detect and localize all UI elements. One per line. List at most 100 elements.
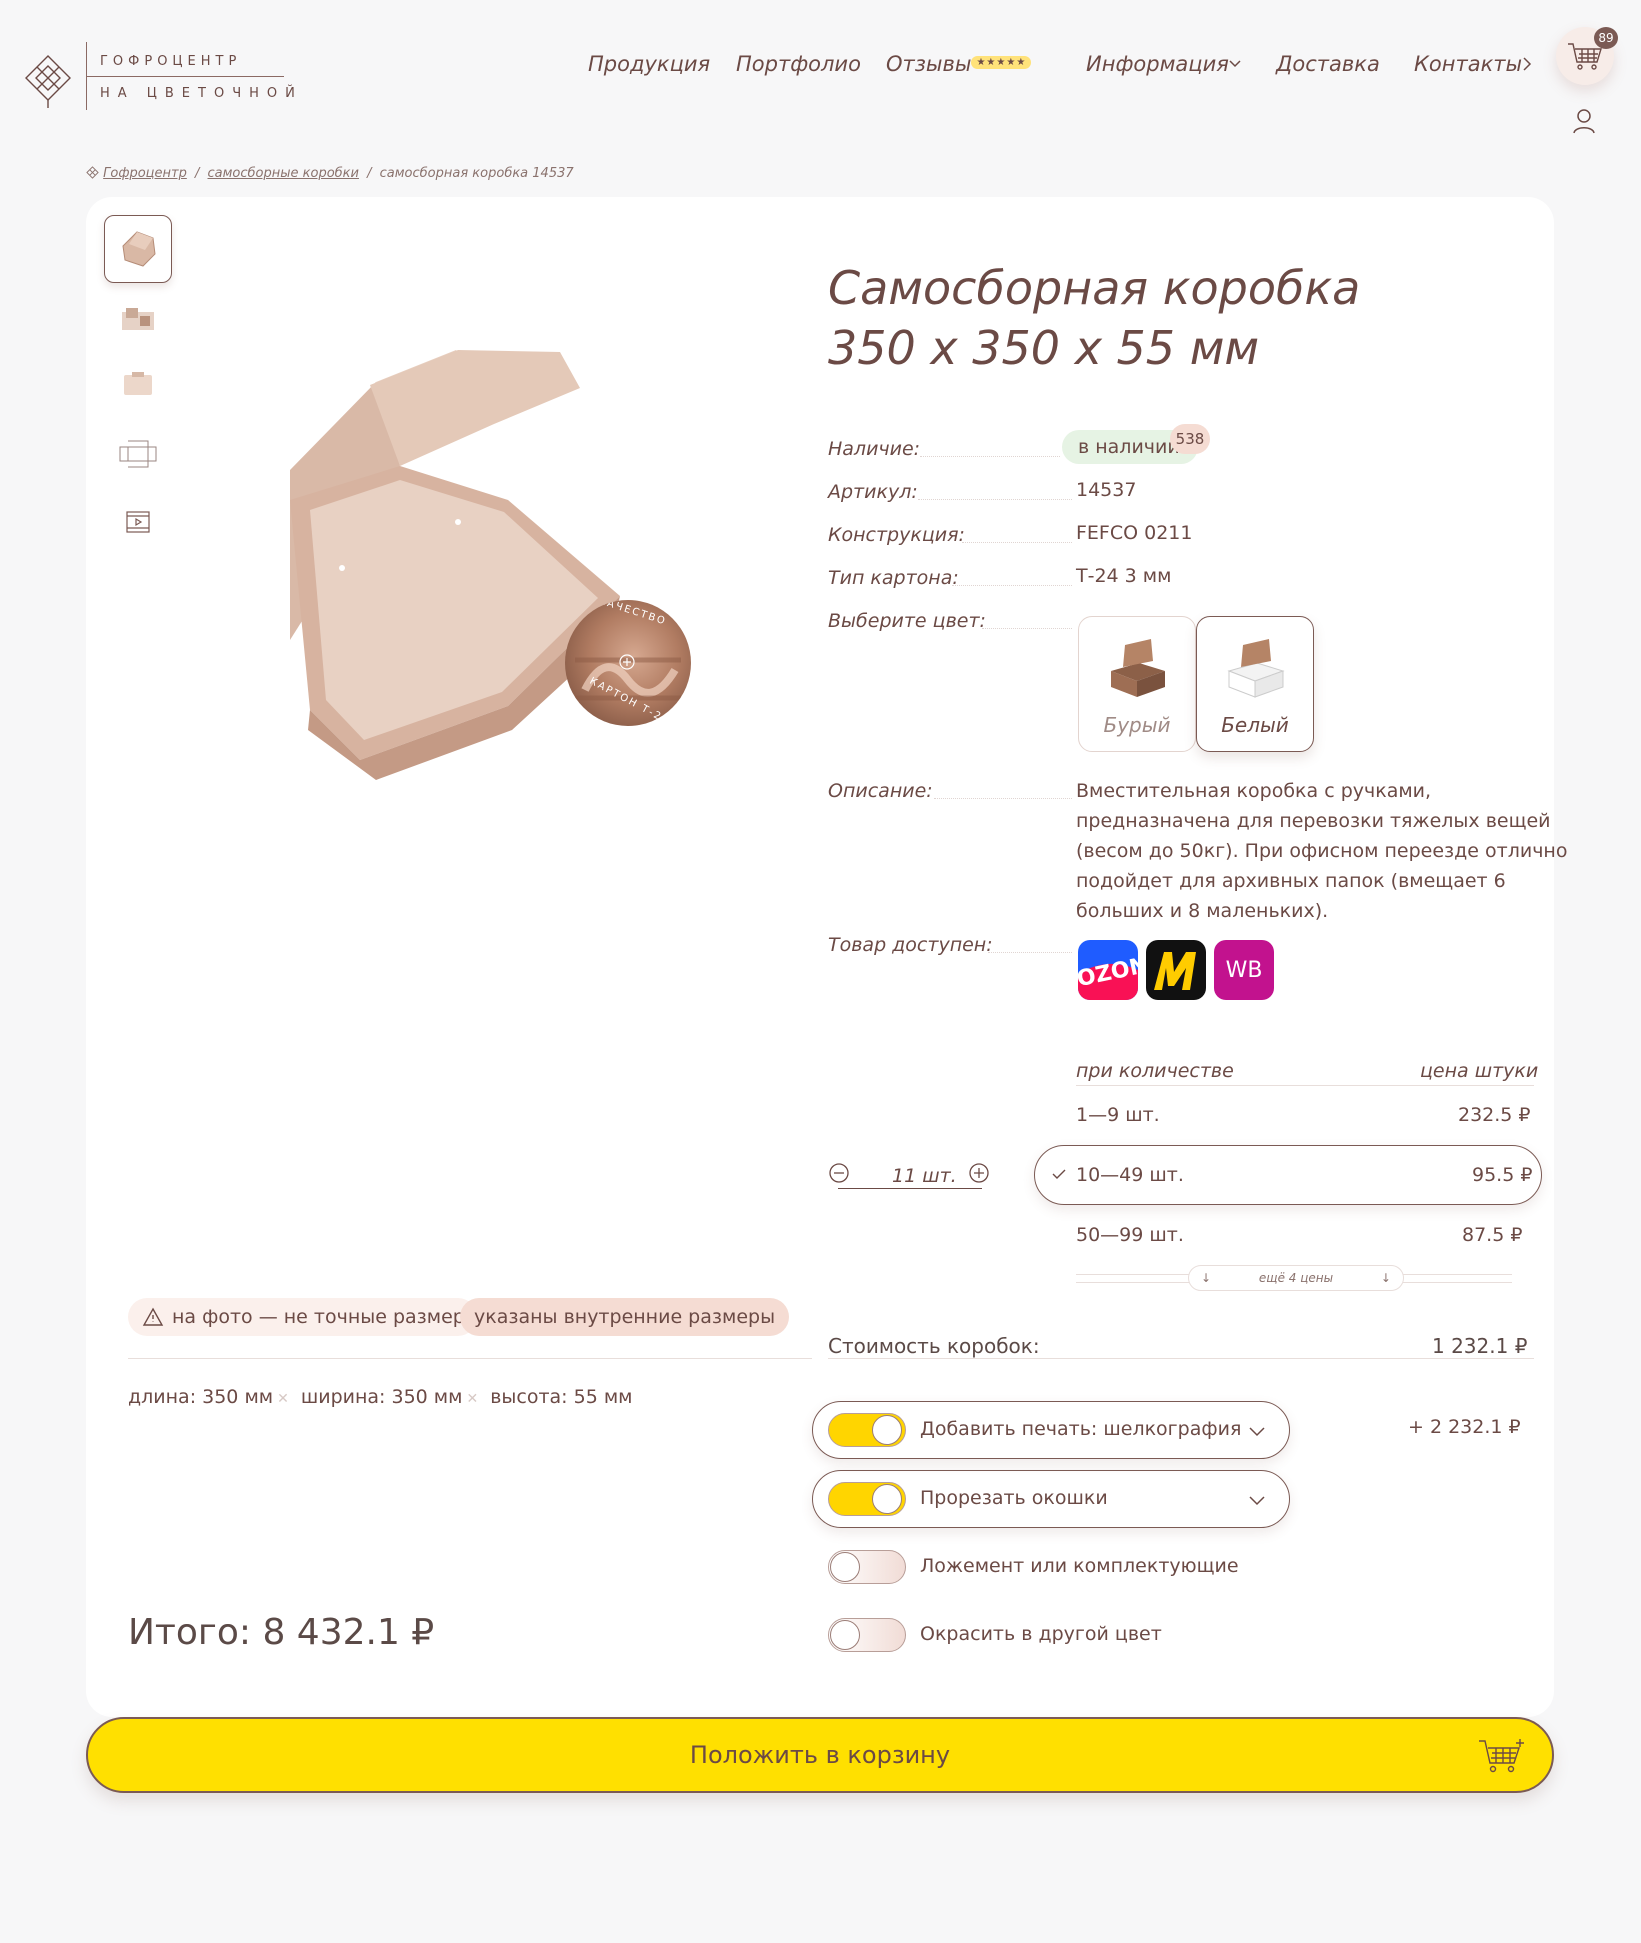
price-row-price[interactable]: 87.5 ₽ (1462, 1224, 1522, 1246)
ozon-link[interactable]: OZON (1078, 940, 1138, 1000)
price-row-qty[interactable]: 50—99 шт. (1076, 1224, 1184, 1246)
logo-text-line2[interactable]: НА ЦВЕТОЧНОЙ (100, 86, 303, 101)
divider (128, 1358, 812, 1359)
quality-zoom-badge[interactable]: КАЧЕСТВО КАРТОН Т-24 (565, 600, 691, 726)
check-icon (1052, 1169, 1066, 1179)
arrow-down-icon: ↓ (1201, 1271, 1212, 1285)
dimensions: длина: 350 мм ✕ ширина: 350 мм ✕ высота: 55 … (128, 1386, 633, 1408)
plus-icon[interactable] (968, 1162, 990, 1184)
warning-icon (142, 1307, 164, 1326)
cost-value: 1 232.1 ₽ (1432, 1334, 1528, 1358)
quantity-value[interactable]: 11 шт. (892, 1165, 957, 1187)
times-icon: ✕ (277, 1391, 289, 1407)
dotted-leader (918, 499, 1072, 500)
logo-icon[interactable] (22, 52, 74, 110)
video-icon (126, 511, 150, 533)
chevron-down-icon[interactable] (1248, 1495, 1266, 1507)
breadcrumb: Гофроцентр / самосборные коробки / самос… (86, 166, 574, 181)
yandex-market-link[interactable] (1146, 940, 1206, 1000)
wildberries-link[interactable]: WB (1214, 940, 1274, 1000)
inner-size-text: указаны внутренние размеры (474, 1306, 776, 1328)
price-row-qty[interactable]: 1—9 шт. (1076, 1104, 1160, 1126)
quantity-underline (838, 1188, 982, 1190)
cost-label: Стоимость коробок: (828, 1334, 1040, 1358)
toggle-knob (830, 1552, 860, 1582)
user-icon[interactable] (1572, 108, 1596, 134)
toggle-print[interactable] (828, 1413, 906, 1447)
nav-portfolio[interactable]: Портфолио (736, 52, 861, 76)
description-text: Вместительная коробка с ручками, предназ… (1076, 780, 1568, 922)
price-row-qty[interactable]: 10—49 шт. (1076, 1164, 1184, 1186)
dimension-width: ширина: 350 мм (300, 1386, 463, 1408)
quantity-stepper: 11 шт. (828, 1162, 992, 1190)
nav-contacts[interactable]: Контакты (1414, 52, 1532, 76)
dimension-height: высота: 55 мм (490, 1386, 633, 1408)
zoom-icon (619, 654, 635, 670)
breadcrumb-current: самосборная коробка 14537 (379, 166, 574, 181)
toggle-recolor[interactable] (828, 1618, 906, 1652)
option-recolor-label: Окрасить в другой цвет (920, 1623, 1162, 1645)
chevron-right-icon (1523, 57, 1532, 71)
nav-delivery[interactable]: Доставка (1276, 52, 1380, 76)
thumbnail-photo-3[interactable] (104, 350, 172, 418)
nav-reviews-label: Отзывы (886, 52, 972, 76)
price-row-price[interactable]: 95.5 ₽ (1472, 1164, 1532, 1186)
price-col-price: цена штуки (1420, 1060, 1539, 1082)
box-scheme-icon (119, 440, 157, 468)
dotted-leader (982, 628, 1072, 629)
breadcrumb-category[interactable]: самосборные коробки (208, 166, 359, 181)
color-option-label: Бурый (1103, 713, 1171, 737)
logo-divider-horizontal (86, 76, 284, 77)
color-label: Выберите цвет: (828, 610, 986, 632)
total-price: Итого: 8 432.1 ₽ (128, 1612, 435, 1653)
construction-label: Конструкция: (828, 524, 965, 546)
option-print-label: Добавить печать: шелкография (920, 1418, 1242, 1440)
price-col-qty: при количестве (1076, 1060, 1234, 1082)
more-prices-label: ещё 4 цены (1258, 1271, 1334, 1285)
add-to-cart-label: Положить в корзину (689, 1741, 951, 1769)
sku-value: 14537 (1076, 479, 1137, 501)
logo-text-line1[interactable]: ГОФРОЦЕНТР (100, 54, 241, 69)
product-title-line2: 350 x 350 x 55 мм (828, 321, 1260, 375)
nav-reviews[interactable]: Отзывы ★★★★★ (886, 52, 1032, 76)
dotted-leader (962, 542, 1072, 543)
cart-count-badge: 89 (1594, 27, 1618, 49)
arrow-down-icon: ↓ (1380, 1271, 1391, 1285)
yandex-market-logo-icon (1154, 952, 1196, 990)
availability-label: Наличие: (828, 438, 921, 460)
availability-value: в наличии (1078, 436, 1180, 458)
thumbnail-photo-2[interactable] (104, 285, 172, 353)
nav-contacts-label: Контакты (1414, 52, 1523, 76)
nav-info[interactable]: Информация (1086, 52, 1241, 76)
toggle-knob (830, 1620, 860, 1650)
cardboard-value: Т-24 3 мм (1076, 565, 1172, 587)
inner-size-pill: указаны внутренние размеры (460, 1298, 790, 1336)
thumbnail-scheme[interactable] (104, 420, 172, 488)
option-windows-label: Прорезать окошки (920, 1487, 1108, 1509)
product-title-line1: Самосборная коробка (828, 261, 1361, 315)
more-prices-button[interactable]: ↓ ещё 4 цены ↓ (1188, 1265, 1404, 1291)
toggle-windows[interactable] (828, 1482, 906, 1516)
minus-icon[interactable] (828, 1162, 850, 1184)
toggle-inserts[interactable] (828, 1550, 906, 1584)
color-option-label: Белый (1221, 713, 1289, 737)
chevron-down-icon (1229, 60, 1241, 68)
thumbnail-video[interactable] (104, 488, 172, 556)
ozon-logo-icon: OZON (1078, 953, 1138, 1000)
chevron-down-icon[interactable] (1248, 1426, 1266, 1438)
dotted-leader (952, 585, 1072, 586)
price-row-price[interactable]: 232.5 ₽ (1458, 1104, 1531, 1126)
photo-warning-text: на фото — не точные размер (172, 1306, 465, 1328)
box-photo-icon (124, 372, 152, 395)
color-option-brown[interactable]: Бурый (1078, 616, 1196, 752)
nav-products[interactable]: Продукция (588, 52, 710, 76)
box-photo-icon (122, 308, 154, 330)
breadcrumb-home[interactable]: Гофроцентр (103, 166, 187, 181)
add-to-cart-button[interactable]: Положить в корзину (86, 1717, 1554, 1793)
cart-add-icon (1479, 1739, 1524, 1773)
thumbnail-photo-1[interactable] (104, 215, 172, 283)
product-title: Самосборная коробка 350 x 350 x 55 мм (828, 258, 1360, 378)
brown-box-icon (1111, 639, 1165, 697)
dotted-leader (920, 456, 1060, 457)
color-option-white[interactable]: Белый (1196, 616, 1314, 752)
